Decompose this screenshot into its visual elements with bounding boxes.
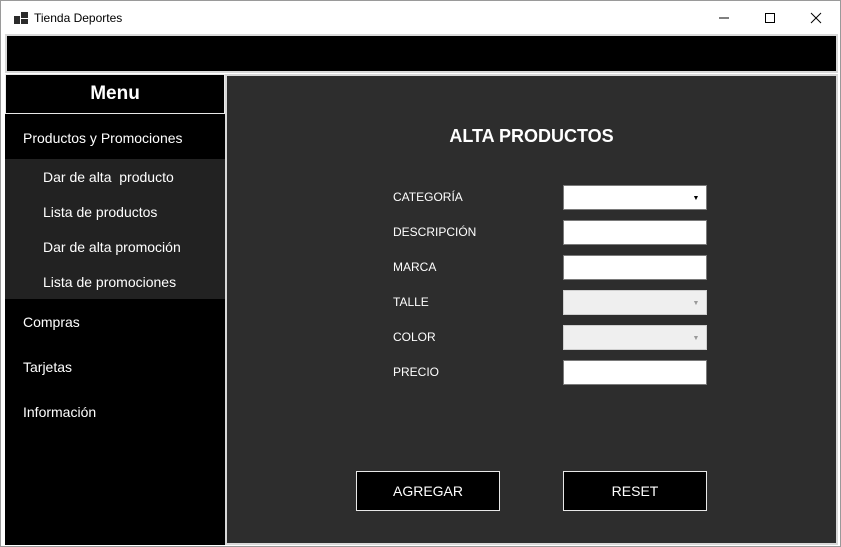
marca-label: MARCA bbox=[393, 260, 437, 274]
submenu-item-alta-promocion[interactable]: Dar de alta promoción bbox=[5, 229, 225, 264]
submenu-productos: Dar de alta producto Lista de productos … bbox=[5, 159, 225, 299]
sidebar: Menu Productos y Promociones Dar de alta… bbox=[5, 74, 225, 545]
top-bar bbox=[5, 34, 838, 73]
submenu-item-label: Dar de alta producto bbox=[43, 168, 174, 185]
sidebar-item-label: Compras bbox=[23, 314, 80, 330]
descripcion-label: DESCRIPCIÓN bbox=[393, 225, 477, 239]
sidebar-item-label: Productos y Promociones bbox=[23, 130, 183, 146]
minimize-icon bbox=[719, 17, 729, 18]
talle-select[interactable]: ▼ bbox=[563, 290, 707, 315]
precio-label: PRECIO bbox=[393, 365, 440, 379]
sidebar-item-informacion[interactable]: Información bbox=[5, 391, 225, 433]
color-label: COLOR bbox=[393, 330, 436, 344]
submenu-item-label: Lista de promociones bbox=[43, 273, 177, 290]
categoria-select[interactable]: ▼ bbox=[563, 185, 707, 210]
categoria-label: CATEGORÍA bbox=[393, 190, 463, 204]
form-title: ALTA PRODUCTOS bbox=[449, 126, 614, 146]
submenu-item-alta-producto[interactable]: Dar de alta producto bbox=[5, 159, 225, 194]
dropdown-arrow-icon: ▼ bbox=[692, 299, 700, 307]
submenu-item-label: Lista de productos bbox=[43, 203, 158, 220]
title-bar: Tienda Deportes bbox=[1, 1, 840, 34]
sidebar-item-label: Tarjetas bbox=[23, 359, 73, 375]
sidebar-item-tarjetas[interactable]: Tarjetas bbox=[5, 346, 225, 388]
agregar-button[interactable]: AGREGAR bbox=[356, 471, 500, 511]
app-window: Tienda Deportes Menu Productos y Promoci… bbox=[0, 0, 841, 547]
main-panel: ALTA PRODUCTOS CATEGORÍA ▼ DESCRIPCIÓN M… bbox=[225, 74, 838, 545]
talle-label: TALLE bbox=[393, 295, 429, 309]
submenu-item-lista-productos[interactable]: Lista de productos bbox=[5, 194, 225, 229]
close-icon bbox=[810, 12, 822, 23]
sidebar-item-productos-promociones[interactable]: Productos y Promociones bbox=[5, 117, 225, 159]
sidebar-item-compras[interactable]: Compras bbox=[5, 301, 225, 343]
submenu-item-label: Dar de alta promoción bbox=[43, 238, 181, 255]
dropdown-arrow-icon: ▼ bbox=[692, 194, 700, 202]
close-button[interactable] bbox=[793, 1, 839, 34]
precio-input[interactable] bbox=[563, 360, 707, 385]
color-select[interactable]: ▼ bbox=[563, 325, 707, 350]
minimize-button[interactable] bbox=[701, 1, 747, 34]
reset-button[interactable]: RESET bbox=[563, 471, 707, 511]
maximize-button[interactable] bbox=[747, 1, 793, 34]
submenu-item-lista-promociones[interactable]: Lista de promociones bbox=[5, 264, 225, 299]
marca-input[interactable] bbox=[563, 255, 707, 280]
app-icon bbox=[14, 12, 28, 24]
dropdown-arrow-icon: ▼ bbox=[692, 334, 700, 342]
maximize-icon bbox=[765, 12, 775, 23]
window-title: Tienda Deportes bbox=[34, 11, 123, 25]
sidebar-item-label: Información bbox=[23, 404, 97, 420]
menu-header: Menu bbox=[5, 74, 225, 114]
descripcion-input[interactable] bbox=[563, 220, 707, 245]
